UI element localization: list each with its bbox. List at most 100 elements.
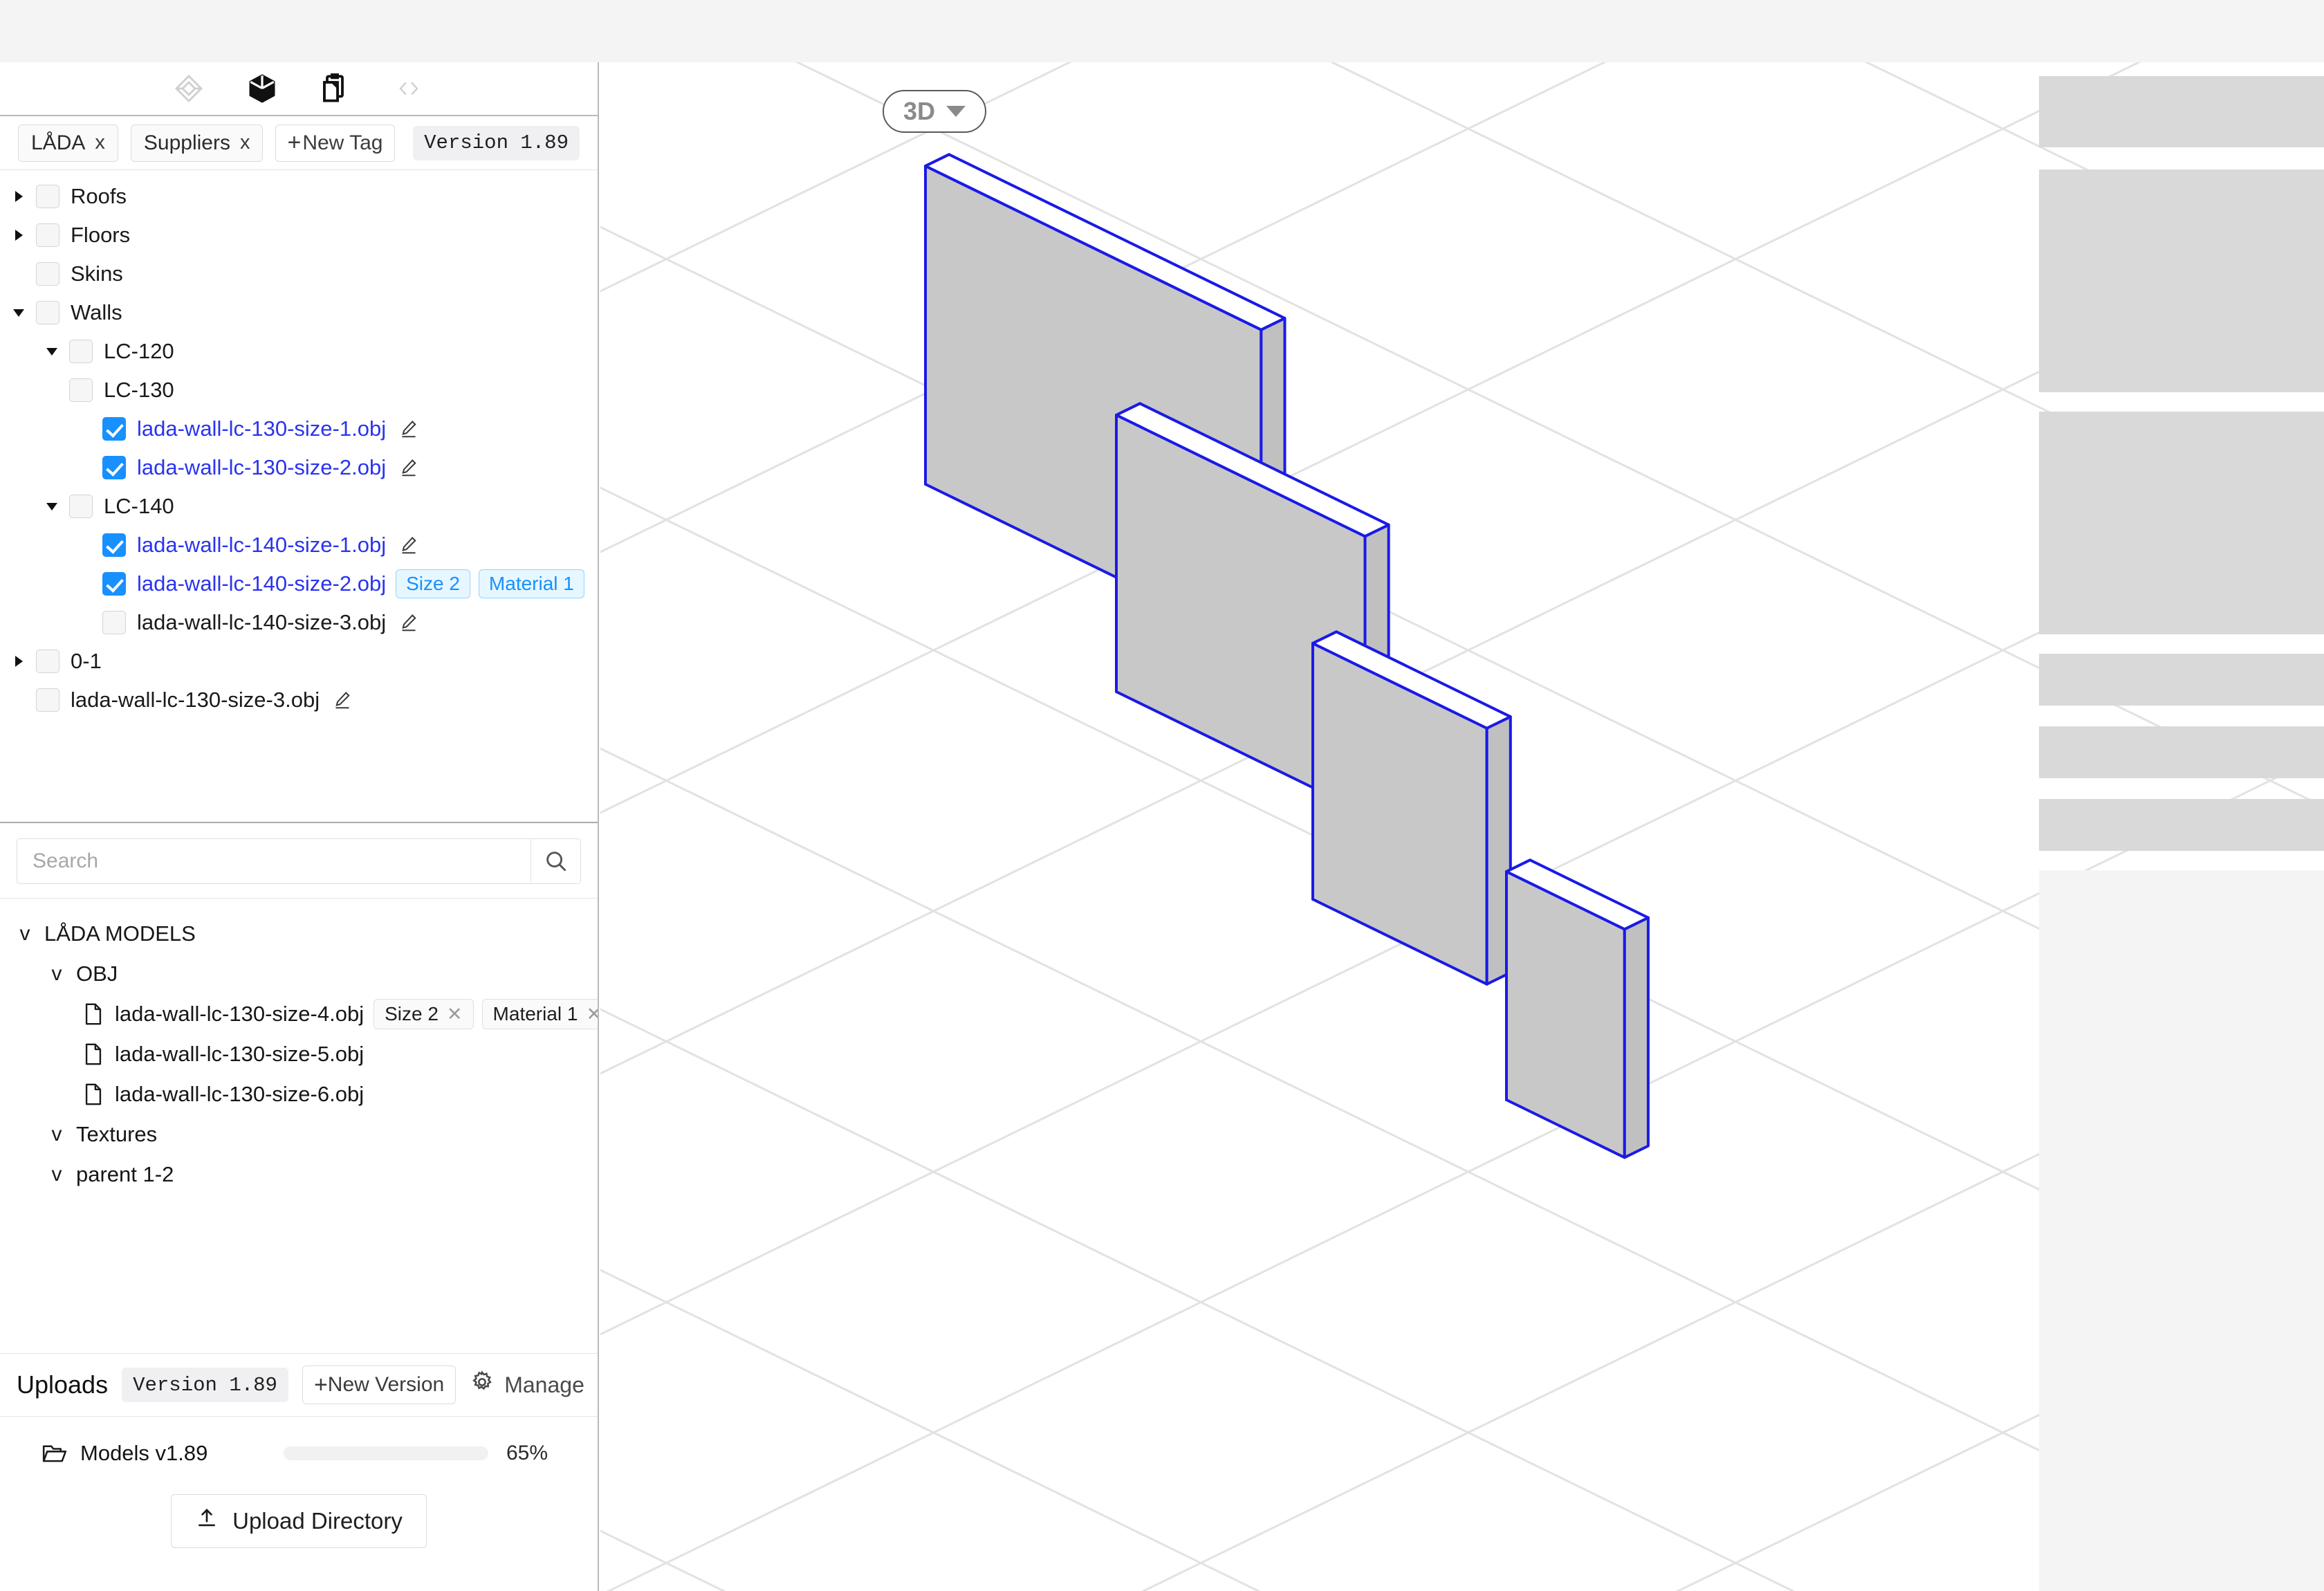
tree-row-label: lada-wall-lc-130-size-3.obj bbox=[71, 688, 320, 712]
tree-row-label: LC-120 bbox=[104, 339, 174, 363]
tag-remove-icon[interactable]: x bbox=[240, 133, 250, 153]
tree-row-checkbox[interactable] bbox=[36, 301, 59, 324]
tag-remove-icon[interactable]: x bbox=[95, 133, 105, 153]
gear-icon bbox=[470, 1370, 495, 1400]
view-mode-label: 3D bbox=[903, 97, 936, 125]
placeholder-block bbox=[2039, 870, 2324, 1591]
new-version-button[interactable]: + New Version bbox=[302, 1365, 456, 1404]
upload-directory-label: Upload Directory bbox=[232, 1508, 403, 1534]
tag-chip-lada[interactable]: LÅDA x bbox=[18, 124, 118, 162]
file-browser-row[interactable]: v parent 1-2 bbox=[0, 1155, 598, 1195]
top-bar bbox=[0, 0, 2324, 62]
tree-row-checkbox[interactable] bbox=[102, 456, 126, 479]
tree-row[interactable]: lada-wall-lc-130-size-2.obj bbox=[0, 448, 598, 487]
edit-pencil-icon[interactable] bbox=[332, 690, 353, 710]
tree-row[interactable]: Floors bbox=[0, 216, 598, 255]
tree-row[interactable]: lada-wall-lc-130-size-1.obj bbox=[0, 410, 598, 448]
file-row-chips: Size 2 ✕ Material 1 ✕ bbox=[374, 999, 598, 1029]
view-mode-dropdown[interactable]: 3D bbox=[883, 90, 987, 133]
chevron-down-icon[interactable]: v bbox=[48, 1164, 65, 1185]
tree-row[interactable]: Roofs bbox=[0, 177, 598, 216]
edit-pencil-icon[interactable] bbox=[398, 535, 419, 555]
tree-row[interactable]: lada-wall-lc-140-size-2.obj Size 2 Materia… bbox=[0, 564, 598, 603]
tree-row-checkbox[interactable] bbox=[69, 378, 93, 402]
tree-row-checkbox[interactable] bbox=[36, 223, 59, 247]
tree-row-checkbox[interactable] bbox=[102, 417, 126, 441]
prev-next-nav-icon[interactable] bbox=[389, 69, 428, 108]
tree-row[interactable]: lada-wall-lc-140-size-3.obj bbox=[0, 603, 598, 642]
chip-remove-icon[interactable]: ✕ bbox=[586, 1004, 598, 1025]
chip-remove-icon[interactable]: ✕ bbox=[447, 1004, 463, 1025]
tree-row-label: Roofs bbox=[71, 184, 127, 208]
upload-directory-button[interactable]: Upload Directory bbox=[171, 1494, 427, 1548]
plus-icon: + bbox=[287, 129, 302, 156]
attribute-chip[interactable]: Size 2 bbox=[396, 569, 470, 598]
wall-panel-3[interactable] bbox=[1311, 630, 1512, 986]
grid-line bbox=[600, 62, 1963, 1591]
tag-chip-suppliers[interactable]: Suppliers x bbox=[130, 124, 264, 162]
chevron-right-icon[interactable] bbox=[10, 230, 28, 241]
copy-files-icon[interactable] bbox=[316, 69, 355, 108]
chevron-right-icon[interactable] bbox=[10, 191, 28, 202]
tree-row[interactable]: lada-wall-lc-130-size-3.obj bbox=[0, 681, 598, 719]
search-input[interactable] bbox=[17, 839, 531, 883]
manage-button[interactable]: Manage bbox=[470, 1370, 584, 1400]
tree-row-checkbox[interactable] bbox=[36, 688, 59, 712]
wireframe-diamond-icon[interactable] bbox=[169, 69, 208, 108]
placeholder-block bbox=[2039, 726, 2324, 778]
tree-row-checkbox[interactable] bbox=[102, 572, 126, 596]
tree-row-checkbox[interactable] bbox=[102, 533, 126, 557]
tree-row[interactable]: lada-wall-lc-140-size-1.obj bbox=[0, 526, 598, 564]
placeholder-block bbox=[2039, 412, 2324, 634]
file-browser-row[interactable]: lada-wall-lc-130-size-5.obj bbox=[0, 1034, 598, 1074]
tree-row[interactable]: Skins bbox=[0, 255, 598, 293]
file-browser-row[interactable]: v LÅDA MODELS bbox=[0, 914, 598, 954]
tree-row[interactable]: LC-140 bbox=[0, 487, 598, 526]
tag-label: Suppliers bbox=[143, 131, 230, 154]
search-button[interactable] bbox=[531, 839, 580, 883]
tree-row[interactable]: LC-120 bbox=[0, 332, 598, 371]
tree-row[interactable]: Walls bbox=[0, 293, 598, 332]
tree-row[interactable]: LC-130 bbox=[0, 371, 598, 410]
tree-row-checkbox[interactable] bbox=[36, 650, 59, 673]
chevron-down-icon[interactable] bbox=[43, 348, 61, 356]
chevron-down-icon[interactable] bbox=[10, 309, 28, 317]
tag-bar: LÅDA x Suppliers x + New Tag Version 1.89 bbox=[0, 116, 598, 170]
uploads-header: Uploads Version 1.89 + New Version Manage bbox=[0, 1353, 598, 1417]
edit-pencil-icon[interactable] bbox=[398, 419, 419, 439]
cube-icon[interactable] bbox=[243, 69, 282, 108]
upload-progress-label: 65% bbox=[506, 1442, 548, 1464]
chevron-down-icon[interactable] bbox=[43, 503, 61, 511]
chevron-down-icon[interactable]: v bbox=[48, 964, 65, 984]
file-browser-row[interactable]: v OBJ bbox=[0, 954, 598, 994]
edit-pencil-icon[interactable] bbox=[398, 457, 419, 478]
uploads-version-badge: Version 1.89 bbox=[122, 1368, 288, 1402]
wall-panel-4[interactable] bbox=[1505, 858, 1650, 1159]
chevron-down-icon[interactable]: v bbox=[17, 923, 33, 944]
chevron-down-icon[interactable]: v bbox=[48, 1124, 65, 1145]
attribute-chip[interactable]: Size 2 ✕ bbox=[374, 999, 474, 1029]
tree-row-checkbox[interactable] bbox=[102, 611, 126, 634]
file-browser-row[interactable]: lada-wall-lc-130-size-4.obj Size 2 ✕ Materi… bbox=[0, 994, 598, 1034]
upload-item-row: Models v1.89 65% bbox=[0, 1417, 598, 1469]
tree-row-checkbox[interactable] bbox=[36, 262, 59, 286]
chevron-right-icon[interactable] bbox=[10, 656, 28, 667]
file-browser-label: OBJ bbox=[76, 962, 118, 986]
attribute-chip[interactable]: Material 1 bbox=[478, 569, 584, 598]
file-browser-row[interactable]: v Textures bbox=[0, 1114, 598, 1155]
placeholder-block bbox=[2039, 799, 2324, 851]
tree-row-label: lada-wall-lc-140-size-3.obj bbox=[137, 610, 387, 634]
tree-row-checkbox[interactable] bbox=[69, 340, 93, 363]
tree-row[interactable]: 0-1 bbox=[0, 642, 598, 681]
new-tag-button[interactable]: + New Tag bbox=[275, 124, 395, 162]
edit-pencil-icon[interactable] bbox=[398, 612, 419, 633]
attribute-chip[interactable]: Material 1 ✕ bbox=[481, 999, 598, 1029]
tree-row-label: lada-wall-lc-140-size-1.obj bbox=[137, 533, 387, 557]
tree-row-checkbox[interactable] bbox=[69, 495, 93, 518]
file-browser-label: parent 1-2 bbox=[76, 1162, 174, 1186]
tree-row-checkbox[interactable] bbox=[36, 185, 59, 208]
chevron-down-icon bbox=[946, 106, 966, 117]
uploads-panel: Uploads Version 1.89 + New Version Manage bbox=[0, 1353, 598, 1591]
file-browser-row[interactable]: lada-wall-lc-130-size-6.obj bbox=[0, 1074, 598, 1114]
file-browser-label: Textures bbox=[76, 1122, 158, 1146]
